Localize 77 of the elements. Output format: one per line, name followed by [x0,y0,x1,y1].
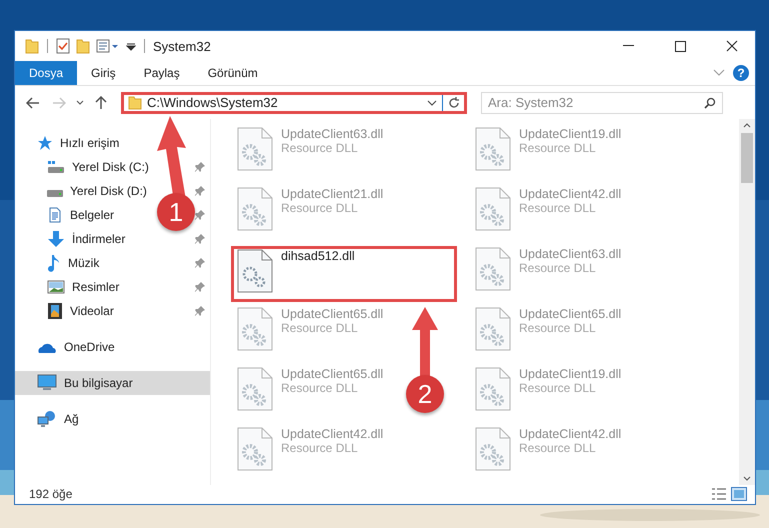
sidebar-item[interactable]: Müzik [15,251,104,275]
maximize-icon [674,40,686,52]
chevron-down-icon [76,100,84,106]
file-type: Resource DLL [519,441,597,455]
chevron-down-icon[interactable] [427,100,437,106]
sidebar-item[interactable]: İndirmeler [15,227,130,251]
drive-icon [47,190,63,196]
scrollbar-thumb[interactable] [741,133,753,183]
dll-file-icon[interactable] [237,249,273,293]
file-type: Resource DLL [281,441,359,455]
folder-icon[interactable] [76,38,90,54]
address-bar[interactable]: C:\Windows\System32 [121,92,467,114]
window-title: System32 [153,38,211,54]
dll-file-icon[interactable] [475,247,511,291]
file-type: Resource DLL [281,141,359,155]
file-type: Resource DLL [281,201,359,215]
folder-icon[interactable] [25,38,39,54]
star-icon [37,135,53,151]
dll-file-icon[interactable] [475,307,511,351]
sidebar-item[interactable]: Videolar [15,299,118,323]
dll-file-icon[interactable] [475,187,511,231]
film-icon [47,302,63,320]
ribbon-tab[interactable]: Giriş [77,61,130,85]
sidebar-item[interactable]: Ağ [15,407,83,431]
help-icon[interactable]: ? [733,65,749,81]
ribbon-tab[interactable]: Paylaş [130,61,194,85]
sidebar-item[interactable]: OneDrive [15,335,119,359]
dll-file-icon[interactable] [475,367,511,411]
dll-file-icon[interactable] [237,187,273,231]
sidebar-item[interactable]: Yerel Disk (C:) [15,155,153,179]
address-path: C:\Windows\System32 [147,95,279,110]
item-count: 192 öğe [29,486,72,500]
sidebar-item[interactable]: Resimler [15,275,124,299]
large-icons-view-icon[interactable] [731,486,747,500]
expand-ribbon-icon[interactable] [713,69,725,77]
sidebar-item[interactable]: Yerel Disk (D:) [15,179,151,203]
image-icon [47,279,65,295]
drive-icon [47,159,65,175]
download-arrow-icon [47,230,65,248]
network-icon [37,410,57,428]
music-note-icon [47,254,61,272]
annotation-arrow [412,307,438,378]
recent-locations-button[interactable] [75,100,85,106]
details-view-icon[interactable] [711,486,727,500]
forward-arrow-icon [52,96,66,108]
file-type: Resource DLL [519,321,597,335]
file-type: Resource DLL [281,381,359,395]
document-icon [47,207,63,223]
scrollbar[interactable] [739,119,755,485]
file-type: Resource DLL [519,201,597,215]
file-type: Resource DLL [519,261,597,275]
sidebar-item[interactable]: Bu bilgisayar [15,371,210,395]
file-name[interactable]: dihsad512.dll [281,249,355,263]
dll-file-icon[interactable] [475,127,511,171]
view-options-icon[interactable] [96,38,120,54]
file-type: Resource DLL [519,141,597,155]
checklist-icon[interactable] [56,38,70,54]
refresh-icon [448,96,460,108]
file-menu-tab[interactable]: Dosya [15,61,78,85]
sidebar-item[interactable]: Hızlı erişim [15,131,124,155]
folder-icon [128,96,142,110]
ribbon-tab[interactable]: Görünüm [194,61,272,85]
minimize-icon [622,45,634,47]
dll-file-icon[interactable] [237,367,273,411]
file-type: Resource DLL [519,381,597,395]
dll-file-icon[interactable] [237,427,273,471]
dll-file-icon[interactable] [237,307,273,351]
search-field[interactable]: Ara: System32 [481,92,723,114]
back-arrow-icon [26,96,40,108]
file-type: Resource DLL [281,321,359,335]
dll-file-icon[interactable] [237,127,273,171]
search-icon [704,96,716,108]
up-arrow-icon [95,96,107,110]
close-icon [726,40,738,52]
sidebar-item[interactable]: Belgeler [15,203,118,227]
computer-icon [37,374,57,392]
dll-file-icon[interactable] [475,427,511,471]
